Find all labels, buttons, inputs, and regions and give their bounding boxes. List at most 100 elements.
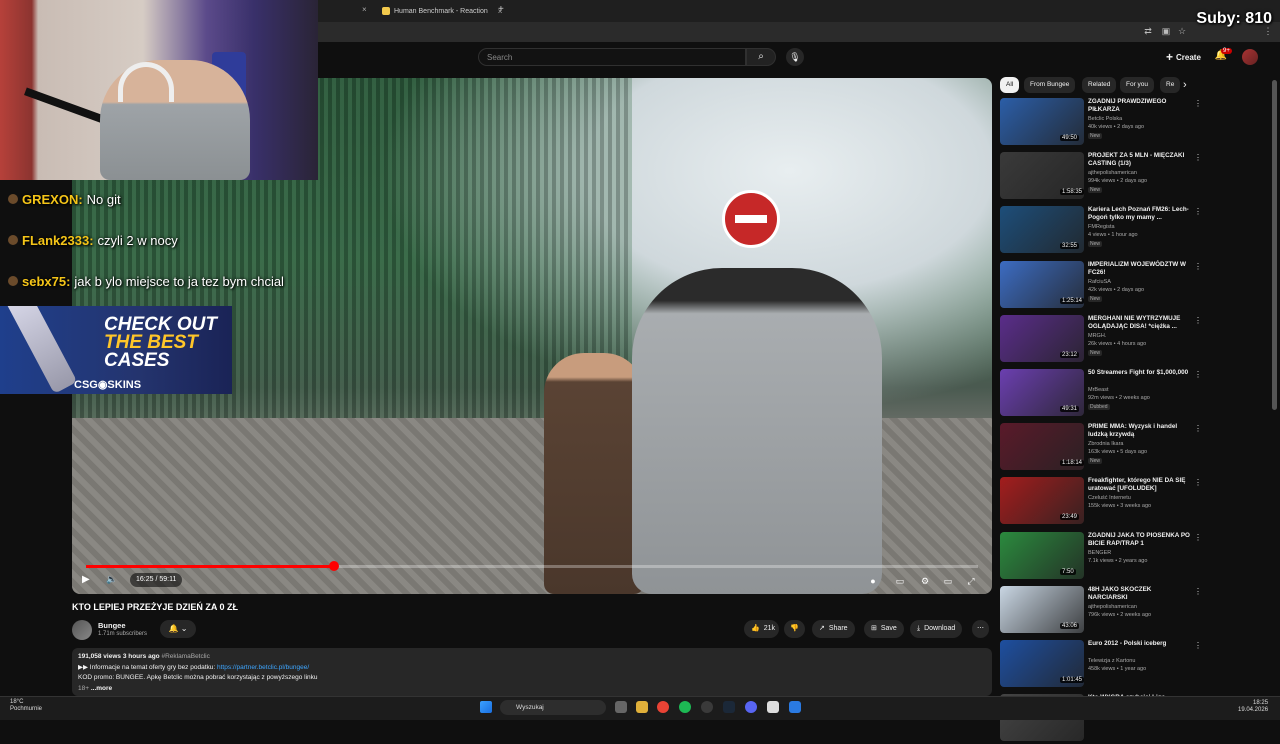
recommendation-title[interactable]: PROJEKT ZA 5 MLN - MIĘCZAKI CASTING (1/3… [1088, 152, 1190, 168]
recommendation-item[interactable]: 1:18:14 PRIME MMA: Wyzysk i handel ludzką… [1000, 423, 1270, 473]
subtitles-icon[interactable]: ▭ [893, 574, 907, 588]
more-options-icon[interactable]: ⋮ [1194, 424, 1202, 433]
xbox-icon[interactable] [701, 701, 713, 713]
subscription-bell-button[interactable]: 🔔 ⌄ [160, 620, 196, 638]
hashtag-link[interactable]: #ReklamaBetclic [161, 653, 209, 660]
more-options-icon[interactable]: ⋮ [1194, 99, 1202, 108]
theater-mode-icon[interactable]: ▭ [941, 574, 955, 588]
discord-icon[interactable] [745, 701, 757, 713]
recommendation-item[interactable]: 49:31 50 Streamers Fight for $1,000,000 Mr… [1000, 369, 1270, 419]
more-options-icon[interactable]: ⋮ [1194, 478, 1202, 487]
new-tab-icon[interactable]: + [498, 4, 504, 15]
more-options-icon[interactable]: ⋮ [1194, 153, 1202, 162]
recommendation-item[interactable]: 1:01:45 Euro 2012 - Polski iceberg Telewiz… [1000, 640, 1270, 690]
recommendation-title[interactable]: ZGADNIJ PRAWDZIWEGO PIŁKARZA [1088, 98, 1190, 114]
filter-chip[interactable]: For you [1120, 77, 1155, 93]
share-button[interactable]: ↗ Share [812, 620, 855, 638]
more-options-icon[interactable]: ⋮ [1194, 207, 1202, 216]
more-options-icon[interactable]: ⋮ [1194, 533, 1202, 542]
more-actions-button[interactable]: ⋯ [972, 620, 989, 638]
app-icon[interactable] [789, 701, 801, 713]
recommendation-item[interactable]: 1:58:35 PROJEKT ZA 5 MLN - MIĘCZAKI CASTI… [1000, 152, 1270, 202]
recommendation-title[interactable]: 48H JAKO SKOCZEK NARCIARSKI [1088, 586, 1190, 602]
recommendation-item[interactable]: 23:12 MERGHANI NIE WYTRZYMUJE OGLĄDAJĄC D… [1000, 314, 1270, 365]
recommendation-channel[interactable]: MrBeast [1088, 387, 1108, 393]
progress-scrubber-handle[interactable] [328, 561, 339, 571]
download-button[interactable]: ⤓ Download [910, 620, 963, 638]
like-button[interactable]: 👍 21k [744, 620, 780, 638]
task-view-icon[interactable] [615, 701, 627, 713]
filter-chip[interactable]: Related [1082, 77, 1117, 93]
recommendation-badge: New [1088, 187, 1103, 194]
recommendation-meta: 994k views • 2 days ago [1088, 178, 1148, 185]
search-input[interactable]: Search [478, 48, 746, 66]
duration-badge: 1:01:45 [1060, 677, 1085, 683]
settings-gear-icon[interactable]: ⚙ [918, 574, 932, 588]
recommendation-channel[interactable]: ajthepolishamerican [1088, 170, 1137, 176]
recommendation-title[interactable]: MERGHANI NIE WYTRZYMUJE OGLĄDAJĄC DISA! … [1088, 315, 1190, 331]
save-button[interactable]: ⊞ Save [864, 620, 904, 638]
volume-icon[interactable]: 🔈 [106, 574, 120, 588]
editor-icon[interactable] [767, 701, 779, 713]
autoplay-toggle-icon[interactable]: ● [866, 574, 880, 588]
chrome-icon[interactable] [657, 701, 669, 713]
recommendation-title[interactable]: 50 Streamers Fight for $1,000,000 [1088, 369, 1190, 377]
extension-icon[interactable]: ▣ [1160, 25, 1172, 37]
play-icon[interactable]: ▶ [82, 574, 96, 588]
filter-chip[interactable]: All [1000, 77, 1020, 93]
chips-next-icon[interactable]: › [1183, 79, 1187, 91]
recommendation-title[interactable]: IMPERIALIZM WOJEWÓDZTW W FC26! [1088, 261, 1190, 277]
recommendation-item[interactable]: 7:50 ZGADNIJ JAKA TO PIOSENKA PO BICIE RA… [1000, 531, 1270, 582]
video-frame-person [544, 353, 644, 594]
filter-chip[interactable]: From Bungee [1024, 77, 1076, 93]
create-button[interactable]: + Create [1160, 49, 1207, 65]
more-options-icon[interactable]: ⋮ [1194, 587, 1202, 596]
recommendation-channel[interactable]: Zbrodnia Ikara [1088, 441, 1123, 447]
recommendation-title[interactable]: PRIME MMA: Wyzysk i handel ludzką krzywd… [1088, 423, 1190, 439]
translate-icon[interactable]: ⇄ [1142, 25, 1154, 37]
more-options-icon[interactable]: ⋮ [1194, 641, 1202, 650]
spotify-icon[interactable] [679, 701, 691, 713]
recommendation-title[interactable]: Kariera Lech Poznań FM26: Lech-Pogoń tyl… [1088, 206, 1190, 222]
recommendation-item[interactable]: 23:49 Freakfighter, którego NIE DA SIĘ ur… [1000, 477, 1270, 527]
recommendation-item[interactable]: 43:06 48H JAKO SKOCZEK NARCIARSKI ajthepol… [1000, 585, 1270, 636]
dislike-button[interactable]: 👎 [784, 620, 805, 638]
recommendation-item[interactable]: 32:55 Kariera Lech Poznań FM26: Lech-Pogo… [1000, 206, 1270, 256]
page-scrollbar[interactable] [1272, 80, 1277, 410]
more-options-icon[interactable]: ⋮ [1194, 370, 1202, 379]
filter-chip[interactable]: Re [1160, 77, 1181, 93]
browser-tab[interactable]: Human Benchmark - Reaction × [376, 2, 508, 20]
windows-start-icon[interactable] [480, 701, 492, 713]
taskbar-search[interactable]: Wyszukaj [500, 700, 606, 715]
recommendation-channel[interactable]: FMRegista [1088, 224, 1115, 230]
recommendation-channel[interactable]: MRGH. [1088, 333, 1106, 339]
recommendation-channel[interactable]: Betclic Polska [1088, 116, 1122, 122]
channel-avatar[interactable] [72, 620, 92, 640]
recommendation-item[interactable]: 49:50 ZGADNIJ PRAWDZIWEGO PIŁKARZA Betclic… [1000, 98, 1270, 148]
show-more-link[interactable]: ...more [91, 685, 112, 692]
weather-widget[interactable]: 18°C Pochmurnie [10, 699, 42, 713]
account-avatar[interactable] [1242, 49, 1258, 65]
search-button[interactable]: ⌕ [746, 48, 776, 66]
recommendation-item[interactable]: 1:25:14 IMPERIALIZM WOJEWÓDZTW W FC26! Raf… [1000, 260, 1270, 311]
recommendation-channel[interactable]: ajthepolishamerican [1088, 604, 1137, 610]
recommendation-channel[interactable]: Telewizja z Kartonu [1088, 658, 1135, 664]
recommendation-title[interactable]: Euro 2012 - Polski iceberg [1088, 640, 1190, 648]
description-link[interactable]: https://partner.betclic.pl/bungee/ [217, 664, 309, 671]
channel-name[interactable]: Bungee [98, 621, 126, 630]
recommendation-channel[interactable]: Czeluść Internetu [1088, 495, 1131, 501]
recommendation-channel[interactable]: BENGER [1088, 550, 1111, 556]
file-explorer-icon[interactable] [636, 701, 648, 713]
more-options-icon[interactable]: ⋮ [1194, 316, 1202, 325]
fullscreen-icon[interactable]: ⤢ [964, 574, 978, 588]
close-tab-icon[interactable]: × [362, 5, 367, 14]
bookmark-star-icon[interactable]: ☆ [1176, 25, 1188, 37]
voice-search-icon[interactable]: 🎙 [786, 48, 804, 66]
recommendation-title[interactable]: Freakfighter, którego NIE DA SIĘ uratowa… [1088, 477, 1190, 493]
recommendation-channel[interactable]: RafciuSA [1088, 279, 1111, 285]
taskbar-clock[interactable]: 18:25 19.04.2026 [1238, 700, 1268, 714]
more-options-icon[interactable]: ⋮ [1194, 262, 1202, 271]
description-box[interactable]: 191,058 views 3 hours ago #ReklamaBetcli… [72, 648, 992, 696]
recommendation-title[interactable]: ZGADNIJ JAKA TO PIOSENKA PO BICIE RAP/TR… [1088, 532, 1190, 548]
steam-icon[interactable] [723, 701, 735, 713]
